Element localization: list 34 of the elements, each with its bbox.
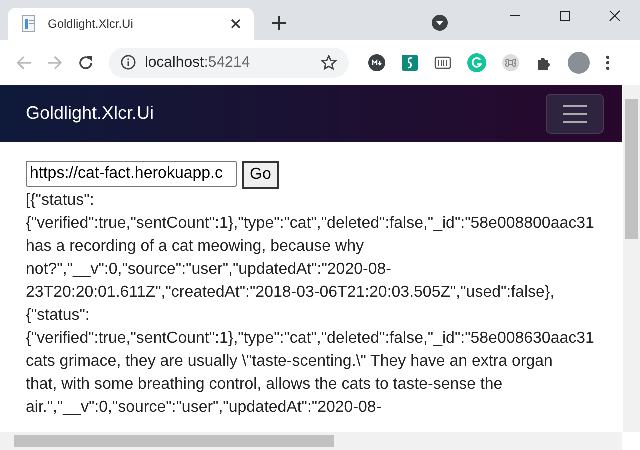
extension-icon[interactable]	[368, 54, 386, 72]
dropdown-icon[interactable]	[432, 15, 448, 31]
maximize-icon[interactable]	[559, 10, 571, 22]
avatar-circle[interactable]	[568, 52, 590, 74]
json-output-line: {"verified":true,"sentCount":1},"type":"cat","deleted":false,"_id":"58e008630aac31	[26, 329, 594, 349]
address-bar[interactable]: localhost:54214	[109, 48, 349, 78]
url-port: :54214	[204, 54, 250, 71]
brand-title[interactable]: Goldlight.Xlcr.Ui	[26, 103, 154, 124]
document-icon	[22, 15, 38, 33]
browser-tab[interactable]: Goldlight.Xlcr.Ui	[8, 8, 254, 40]
url-host: localhost	[145, 54, 204, 71]
info-icon	[121, 55, 136, 70]
reload-icon[interactable]	[78, 54, 94, 70]
horizontal-scrollbar[interactable]	[0, 432, 622, 450]
json-output-line: cats grimace, they are usually \"taste-scenting.\" They have an extra organ	[26, 352, 553, 372]
close-icon[interactable]	[230, 18, 242, 30]
go-button[interactable]: Go	[242, 161, 280, 189]
star-icon[interactable]	[321, 54, 337, 70]
url-input-field[interactable]: https://cat-fact.herokuapp.c	[26, 161, 237, 187]
json-output-line: 23T20:20:01.611Z","createdAt":"2018-03-06T21:20:03.505Z","used":false},	[26, 283, 555, 303]
vertical-scrollbar[interactable]	[623, 85, 640, 432]
json-output-line: not?","__v":0,"source":"user","updatedAt":"2020-08-	[26, 260, 392, 280]
json-output-line: air.","__v":0,"source":"user","updatedAt":"2020-08-	[26, 398, 382, 418]
new-tab-button[interactable]: +	[264, 12, 294, 36]
menu-icon[interactable]	[605, 54, 611, 70]
json-output-line: {"status":	[26, 306, 90, 326]
menu-icon	[562, 104, 588, 124]
json-output-line: {"verified":true,"sentCount":1},"type":"cat","deleted":false,"_id":"58e008800aac31	[26, 214, 594, 234]
json-output-line: that, with some breathing control, allows the cats to taste-sense the	[26, 375, 503, 395]
command-icon[interactable]	[502, 54, 520, 72]
json-output-line: has a recording of a cat meowing, because why	[26, 237, 364, 257]
close-icon[interactable]	[609, 10, 621, 22]
menu-toggle-button[interactable]	[546, 94, 604, 134]
json-output-line: [{"status":	[26, 191, 94, 211]
